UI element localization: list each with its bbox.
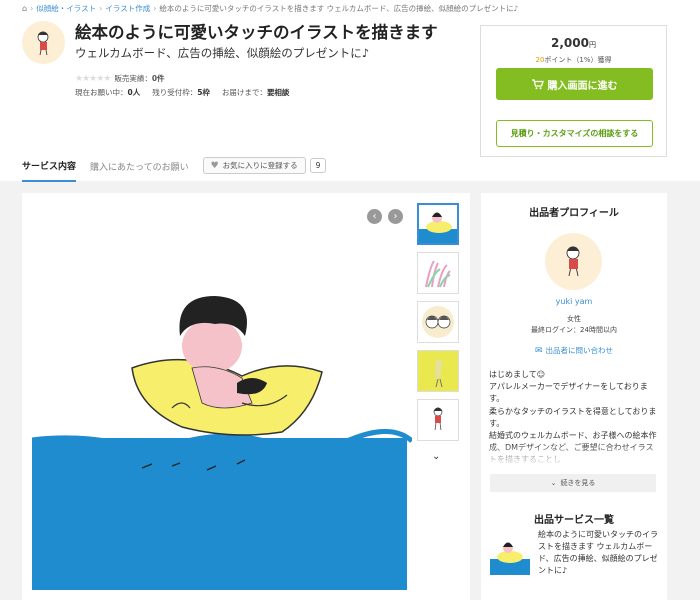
page-title: 絵本のように可愛いタッチのイラストを描きます	[75, 23, 438, 42]
avatar[interactable]	[545, 233, 602, 290]
slots-label: 残り受付枠：	[152, 88, 198, 97]
gallery-thumb-5[interactable]	[417, 399, 459, 441]
read-more-button[interactable]: ⌄ 続きを見る	[490, 474, 656, 492]
rating-row: ★★★★★ 販売実績： 0件	[75, 73, 165, 84]
gallery-thumb-4[interactable]	[417, 350, 459, 392]
favorite-label: お気に入りに登録する	[222, 161, 298, 170]
seller-sidebar: 出品者プロフィール yuki yam 女性 最終ログイン：24時間以内 ✉ 出品…	[481, 193, 667, 600]
sales-label: 販売実績：	[114, 74, 152, 83]
chevron-down-icon[interactable]: ⌄	[432, 451, 440, 462]
last-login: 最終ログイン：24時間以内	[531, 326, 617, 334]
price-currency: 円	[588, 41, 596, 49]
buy-button-label: 購入画面に進む	[547, 80, 618, 92]
current-requests-value: 0人	[127, 88, 141, 97]
main-artwork	[32, 296, 412, 590]
contact-label: 出品者に問い合わせ	[545, 346, 614, 355]
breadcrumb-subcategory[interactable]: イラスト作成	[105, 3, 150, 14]
gallery-thumb-2[interactable]	[417, 252, 459, 294]
tab-service[interactable]: サービス内容	[22, 155, 77, 182]
heart-icon: ♥	[210, 160, 219, 171]
service-list-item[interactable]: 絵本のように可愛いタッチのイラストを描きます ウェルカムボード、広告の挿絵、似顔…	[538, 529, 660, 577]
read-more-label: 続きを見る	[560, 479, 596, 487]
gallery-thumb-1[interactable]	[417, 203, 459, 245]
favorite-count: 9	[309, 158, 327, 173]
gallery-thumb-3[interactable]	[417, 301, 459, 343]
status-row: 現在お願い中：0人 残り受付枠：5枠 お届けまで：要相談	[75, 87, 289, 98]
sales-value: 0件	[151, 74, 165, 83]
purchase-box: 2,000円 20ポイント（1%）獲得 購入画面に進む 見積り・カスタマイズの相…	[480, 25, 667, 157]
breadcrumb-current: 絵本のように可愛いタッチのイラストを描きます ウェルカムボード、広告の挿絵、似顔…	[159, 4, 519, 13]
service-thumbnail	[22, 21, 65, 64]
slots-value: 5枠	[197, 88, 210, 97]
tab-notes[interactable]: 購入にあたってのお願い	[90, 156, 189, 181]
breadcrumb-category[interactable]: 似顔絵・イラスト	[36, 3, 96, 14]
seller-name[interactable]: yuki yam	[481, 297, 667, 306]
seller-gender: 女性	[567, 315, 581, 323]
delivery-value: 要相談	[266, 88, 290, 97]
home-icon[interactable]: ⌂	[22, 4, 27, 13]
seller-bio: はじめまして☺ アパレルメーカーでデザイナーをしております。 柔らかなタッチのイ…	[489, 369, 661, 467]
buy-button[interactable]: 購入画面に進む	[496, 68, 653, 100]
delivery-label: お届けまで：	[221, 88, 267, 97]
girl-illustration-icon	[37, 31, 49, 56]
service-header: ⌂ › 似顔絵・イラスト › イラスト作成 › 絵本のように可愛いタッチのイラス…	[0, 0, 700, 182]
cart-icon	[531, 78, 544, 89]
points-label: ポイント（1%）獲得	[544, 56, 612, 64]
girl-illustration-icon	[566, 246, 580, 277]
chevron-down-icon: ⌄	[550, 479, 557, 487]
services-heading: 出品サービス一覧	[534, 515, 614, 526]
current-requests-label: 現在お願い中：	[75, 88, 128, 97]
consult-button[interactable]: 見積り・カスタマイズの相談をする	[496, 120, 653, 147]
tab-bar: サービス内容 購入にあたってのお願い ♥ お気に入りに登録する 9	[22, 155, 327, 182]
price: 2,000円	[481, 36, 666, 50]
star-rating-icon: ★★★★★	[75, 73, 111, 84]
mail-icon: ✉	[534, 345, 543, 356]
favorite-button[interactable]: ♥ お気に入りに登録する	[202, 157, 306, 174]
points-text: 20ポイント（1%）獲得	[481, 55, 666, 65]
profile-heading: 出品者プロフィール	[529, 208, 619, 219]
gallery-panel: ‹ › ⌄	[22, 193, 470, 600]
breadcrumb: ⌂ › 似顔絵・イラスト › イラスト作成 › 絵本のように可愛いタッチのイラス…	[22, 3, 519, 14]
contact-seller-link[interactable]: ✉ 出品者に問い合わせ	[481, 345, 667, 356]
service-list-thumb[interactable]	[490, 535, 530, 575]
page-subtitle: ウェルカムボード、広告の挿絵、似顔絵のプレゼントに♪	[75, 46, 370, 60]
price-value: 2,000	[551, 36, 589, 50]
